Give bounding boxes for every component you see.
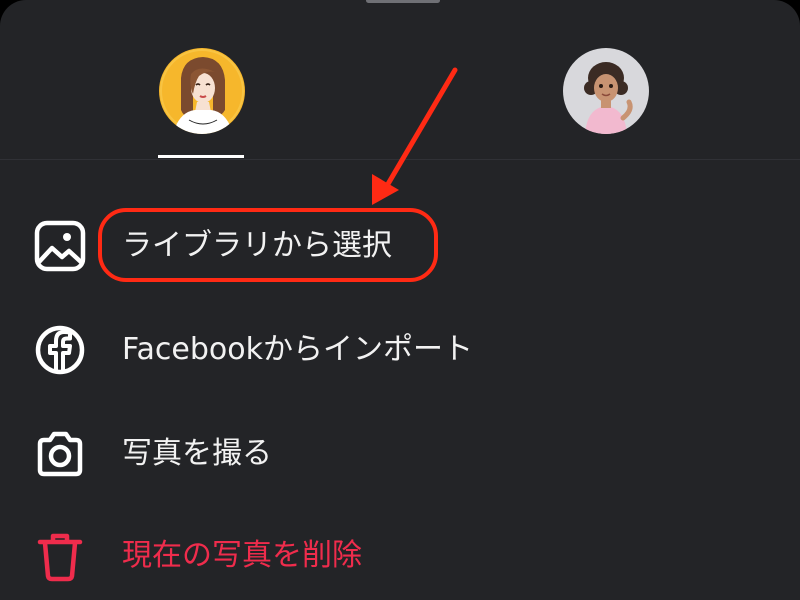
selected-tab-indicator — [158, 155, 244, 158]
menu-item-remove-current-photo[interactable]: 現在の写真を削除 — [0, 510, 800, 600]
illustrated-woman-avatar-icon — [159, 48, 245, 134]
photo-options-sheet: ライブラリから選択 Facebookからインポート 写真を撮る 現在の写真を削除 — [0, 0, 800, 600]
trash-icon — [34, 530, 86, 582]
profile-tab-right[interactable] — [400, 0, 800, 160]
tab-divider — [0, 159, 800, 160]
highlight-annotation-box — [98, 208, 438, 282]
photo-library-icon — [34, 220, 86, 272]
menu-item-take-photo[interactable]: 写真を撮る — [0, 408, 800, 498]
3d-girl-avatar-icon — [563, 48, 649, 134]
menu-item-label: 写真を撮る — [122, 436, 272, 471]
menu-item-import-from-facebook[interactable]: Facebookからインポート — [0, 304, 800, 394]
facebook-icon — [34, 324, 86, 376]
menu-item-label: 現在の写真を削除 — [122, 538, 362, 573]
profile-tab-left[interactable] — [0, 0, 400, 160]
camera-icon — [34, 428, 86, 480]
menu-item-label: Facebookからインポート — [122, 332, 473, 367]
